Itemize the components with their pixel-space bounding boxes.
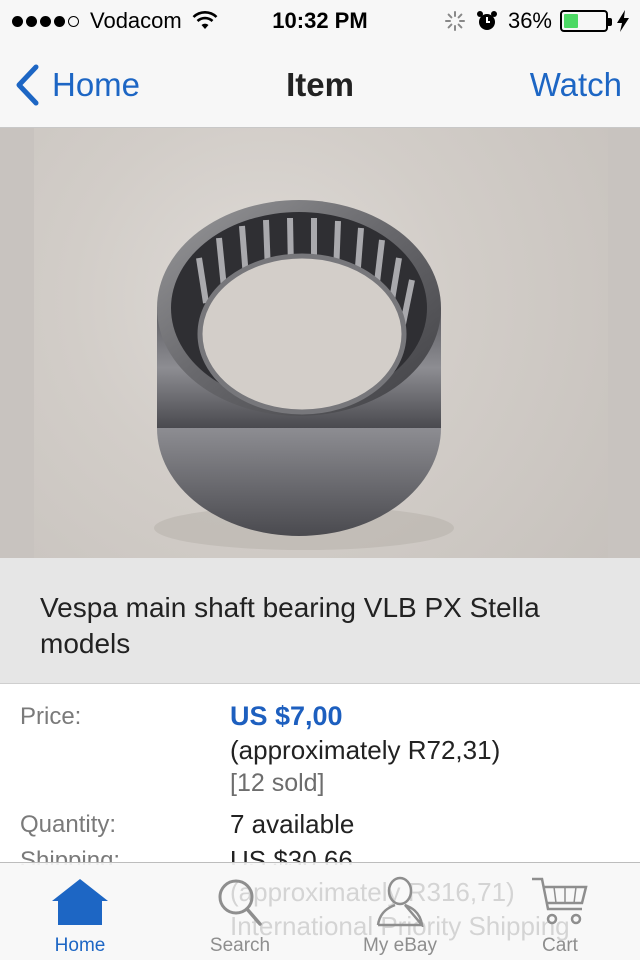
user-icon	[376, 876, 424, 927]
quantity-value: 7 available	[230, 809, 355, 839]
price-label: Price:	[20, 703, 82, 730]
battery-icon	[560, 10, 612, 32]
battery-level-fill	[564, 14, 579, 28]
alarm-clock-icon	[476, 11, 497, 30]
product-photo-area[interactable]	[0, 128, 640, 558]
status-right: 36%	[444, 8, 630, 34]
watch-button[interactable]: Watch	[530, 66, 622, 104]
cart-icon	[532, 877, 588, 925]
tab-label: Search	[209, 935, 271, 956]
item-title: Vespa main shaft bearing VLB PX Stella m…	[40, 592, 540, 659]
bearing-image	[154, 200, 454, 550]
status-bar: Vodacom 10:32 PM 36%	[0, 0, 640, 40]
sold-count: [12 sold]	[230, 769, 325, 797]
tab-my-ebay[interactable]: My eBay	[320, 863, 480, 960]
battery-percent: 36%	[507, 8, 552, 33]
activity-spinner-icon	[444, 11, 465, 31]
price-value: US $7,00	[230, 701, 343, 731]
item-title-section: Vespa main shaft bearing VLB PX Stella m…	[0, 558, 640, 684]
tab-label: My eBay	[363, 935, 437, 956]
tab-cart[interactable]: Cart	[480, 863, 640, 960]
tab-label: Home	[54, 935, 106, 956]
home-icon	[52, 879, 108, 925]
battery-cap	[608, 18, 612, 26]
charging-bolt-icon	[617, 10, 629, 32]
tab-search[interactable]: Search	[160, 863, 320, 960]
navigation-bar: Home Item Watch	[0, 40, 640, 128]
tab-label: Cart	[542, 935, 578, 956]
price-approx: (approximately R72,31)	[230, 735, 501, 765]
item-details: Price: US $7,00 (approximately R72,31) […	[0, 685, 640, 865]
search-icon	[218, 879, 262, 926]
product-photo[interactable]	[34, 128, 608, 558]
quantity-label: Quantity:	[20, 811, 117, 838]
tab-home[interactable]: Home	[0, 863, 160, 960]
tab-bar: (approximately R316,71) International Pr…	[0, 862, 640, 960]
